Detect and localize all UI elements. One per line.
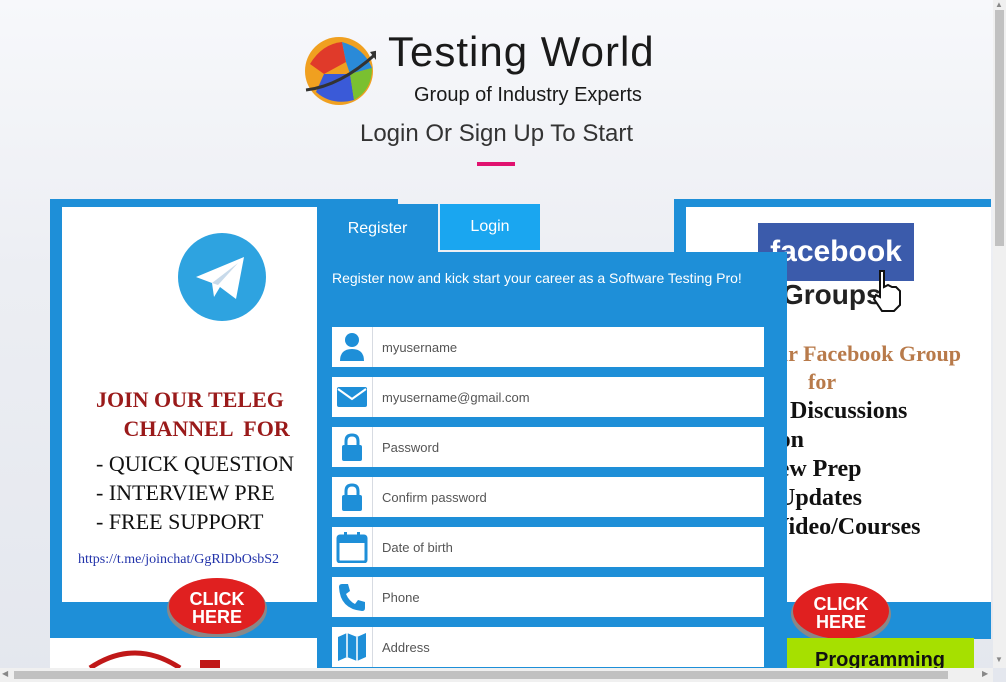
password-input[interactable] [378,427,762,467]
email-input[interactable] [378,377,762,417]
page-title: Login Or Sign Up To Start [359,120,634,147]
brand-name: Testing World [388,28,655,75]
date-of-birth-field[interactable] [332,527,764,567]
title-underline [477,162,515,166]
envelope-icon [332,377,373,417]
phone-field[interactable] [332,577,764,617]
svg-text:HERE: HERE [192,607,242,627]
hand-cursor-icon [872,270,901,312]
phone-input[interactable] [378,577,762,617]
click-here-button-right[interactable]: CLICK HERE [790,580,892,642]
vertical-scrollbar[interactable]: ▲ ▼ [993,0,1006,668]
tab-login[interactable]: Login [440,204,540,250]
globe-logo-icon [305,37,376,105]
map-icon [332,627,373,667]
tab-register[interactable]: Register [317,204,438,252]
svg-text:HERE: HERE [816,612,866,632]
username-field[interactable] [332,327,764,367]
date-of-birth-input[interactable] [378,527,762,567]
telegram-ad-title: JOIN OUR TELEG CHANNEL FOR [96,387,290,441]
horizontal-scrollbar[interactable]: ◀ ▶ [0,668,993,682]
scroll-right-icon[interactable]: ▶ [982,669,988,678]
telegram-ad-list: - QUICK QUESTION - INTERVIEW PRE - FREE … [96,451,294,534]
svg-text:CLICK: CLICK [190,589,245,609]
facebook-ad-line1: ur Facebook Group [776,341,961,366]
lock-icon [332,427,373,467]
confirm-password-input[interactable] [378,477,762,517]
brand-tagline: Group of Industry Experts [414,84,642,106]
scroll-down-icon[interactable]: ▼ [995,655,1003,664]
site-logo[interactable]: Testing World Group of Industry Experts [302,28,702,110]
lock-icon [332,477,373,517]
facebook-ad-list: o Discussions ion iew Prep Updates Video… [772,398,921,540]
scroll-up-icon[interactable]: ▲ [995,0,1003,9]
address-input[interactable] [378,627,762,667]
facebook-groups-label: Groups [782,279,882,310]
left-bottom-graphic [88,650,220,671]
confirm-password-field[interactable] [332,477,764,517]
user-icon [332,327,373,367]
vertical-scroll-thumb[interactable] [995,10,1004,246]
form-intro-text: Register now and kick start your career … [332,270,742,286]
facebook-ad-line2: for [808,369,837,394]
email-field[interactable] [332,377,764,417]
programming-banner[interactable]: Programming [786,638,974,668]
password-field[interactable] [332,427,764,467]
telegram-link[interactable]: https://t.me/joinchat/GgRlDbOsbS2 [78,552,279,568]
left-ad-bottom-banner[interactable] [50,638,320,671]
scroll-left-icon[interactable]: ◀ [2,669,8,678]
address-field[interactable] [332,627,764,667]
svg-text:CLICK: CLICK [814,594,869,614]
horizontal-scroll-thumb[interactable] [14,671,948,679]
username-input[interactable] [378,327,762,367]
phone-icon [332,577,373,617]
calendar-icon [332,527,373,567]
telegram-icon [178,233,266,321]
click-here-button-left[interactable]: CLICK HERE [166,575,268,637]
